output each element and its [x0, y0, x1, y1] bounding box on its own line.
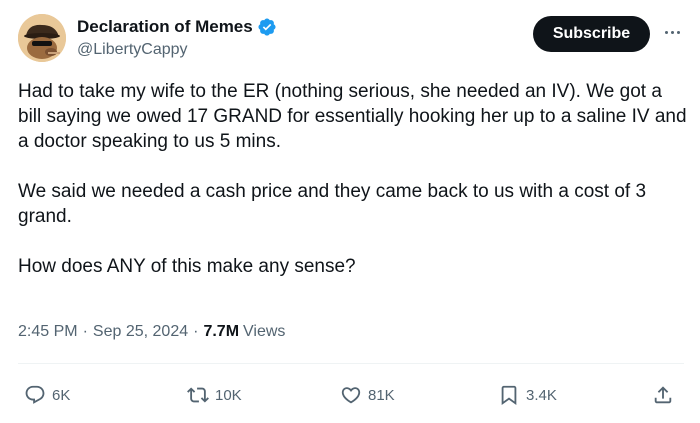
- bookmark-count: 3.4K: [526, 386, 557, 404]
- repost-icon: [187, 387, 209, 403]
- author-name[interactable]: Declaration of Memes: [77, 17, 253, 37]
- action-bar: 6K 10K 81K 3.4K: [0, 380, 700, 410]
- share-button[interactable]: [652, 380, 674, 410]
- bookmark-icon: [501, 385, 517, 406]
- verified-badge-icon: [257, 17, 277, 37]
- author-name-row: Declaration of Memes: [77, 17, 277, 37]
- reply-count: 6K: [52, 386, 71, 404]
- reply-icon: [25, 385, 45, 404]
- tweet-paragraph: We said we needed a cash price and they …: [18, 181, 647, 227]
- reply-button[interactable]: 6K: [24, 380, 70, 410]
- avatar[interactable]: [18, 14, 66, 62]
- repost-button[interactable]: 10K: [187, 380, 242, 410]
- divider: [18, 363, 684, 364]
- separator-dot: ·: [82, 323, 88, 340]
- tweet-paragraph: Had to take my wife to the ER (nothing s…: [18, 81, 687, 152]
- tweet-time[interactable]: 2:45 PM: [18, 323, 78, 341]
- bookmark-button[interactable]: 3.4K: [498, 380, 557, 410]
- author-handle[interactable]: @LibertyCappy: [77, 41, 188, 59]
- tweet-paragraph: How does ANY of this make any sense?: [18, 256, 356, 277]
- subscribe-button[interactable]: Subscribe: [533, 16, 650, 52]
- tweet-text: Had to take my wife to the ER (nothing s…: [18, 79, 688, 279]
- heart-icon: [341, 387, 361, 404]
- capybara-avatar-image: [18, 14, 66, 62]
- repost-count: 10K: [215, 386, 242, 404]
- like-button[interactable]: 81K: [340, 380, 395, 410]
- like-count: 81K: [368, 386, 395, 404]
- views-label: Views: [243, 323, 286, 340]
- share-icon: [654, 386, 672, 404]
- views-count: 7.7M: [203, 323, 240, 340]
- separator-dot: ·: [193, 323, 199, 340]
- more-icon[interactable]: [660, 22, 684, 42]
- tweet-meta: 2:45 PM · Sep 25, 2024 · 7.7M Views: [18, 323, 285, 341]
- tweet-date[interactable]: Sep 25, 2024: [93, 323, 188, 341]
